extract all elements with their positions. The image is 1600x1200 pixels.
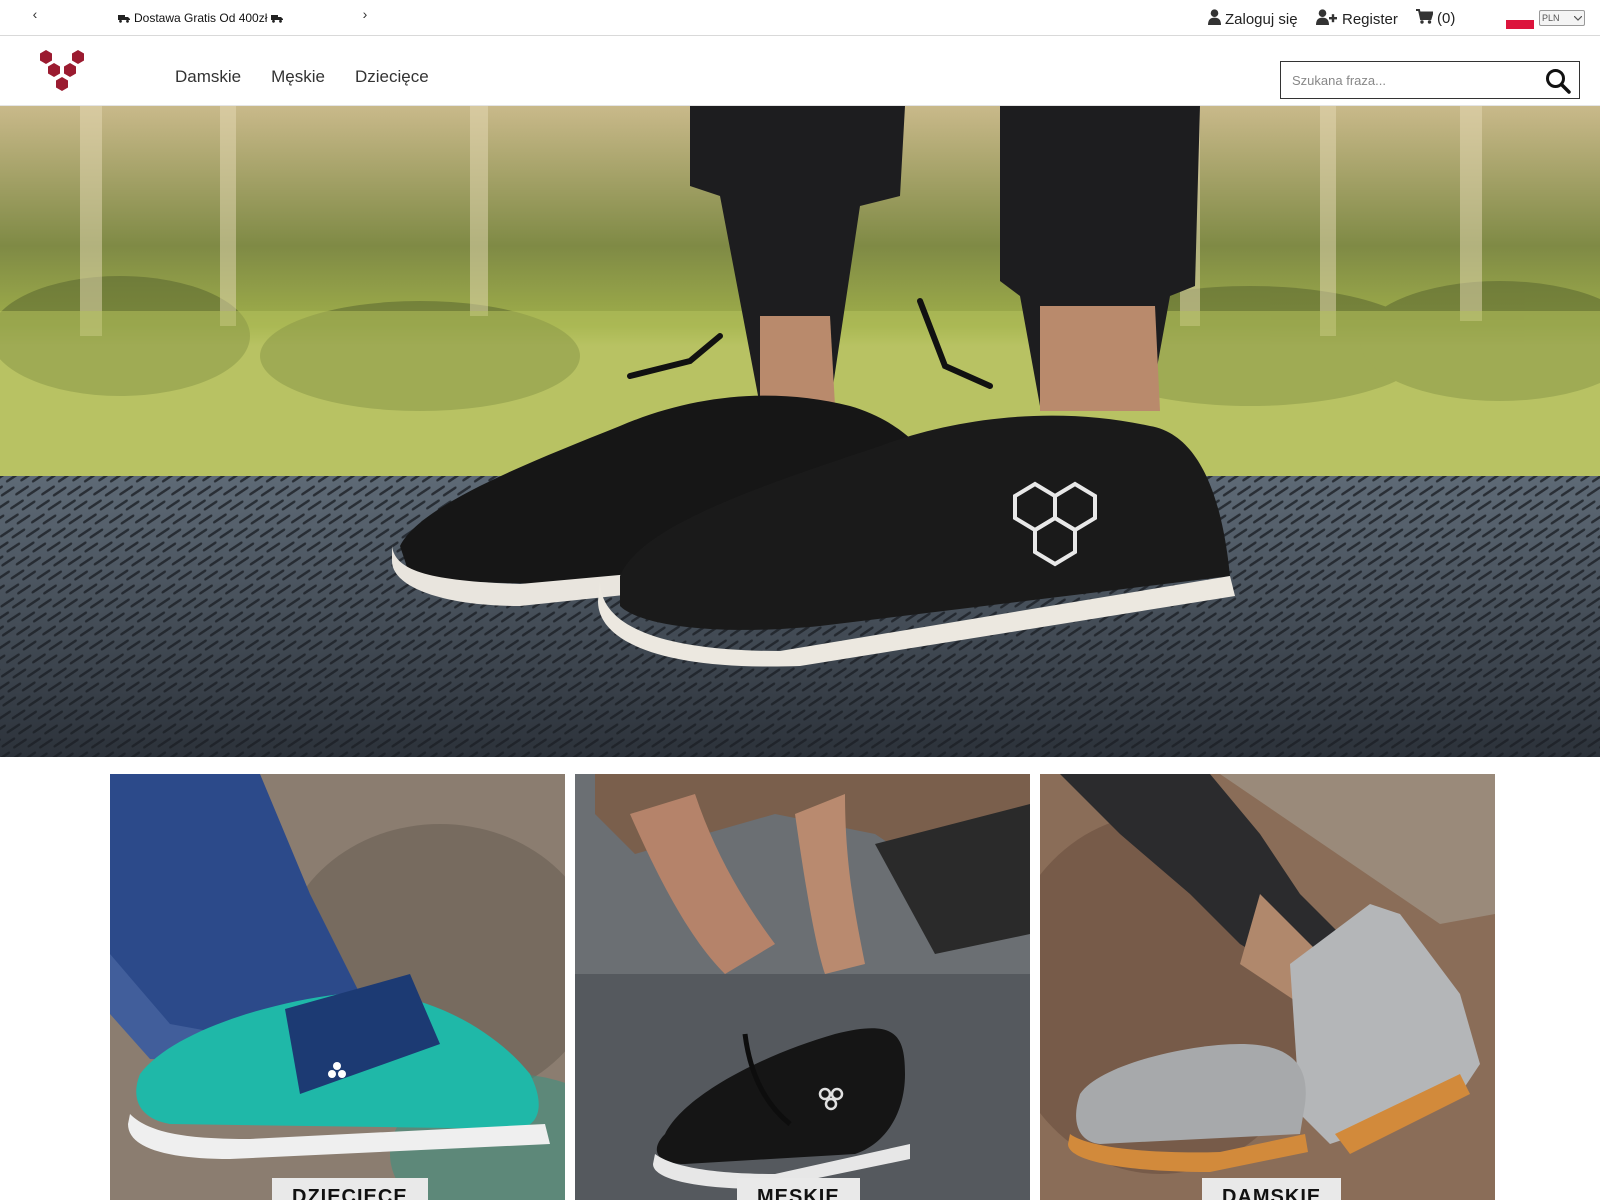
promo-text: Dostawa Gratis Od 400zł bbox=[134, 11, 268, 25]
category-tile-dzieciece[interactable]: DZIECIĘCE bbox=[110, 774, 565, 1200]
main-nav: Damskie Męskie Dziecięce bbox=[175, 67, 429, 87]
category-tile-meskie[interactable]: MĘSKIE bbox=[575, 774, 1030, 1200]
promo-prev-arrow[interactable]: ‹ bbox=[27, 6, 43, 22]
hero-image bbox=[0, 106, 1600, 757]
promo-next-arrow[interactable]: › bbox=[357, 6, 373, 22]
register-label: Register bbox=[1342, 10, 1398, 28]
mens-shoe-image bbox=[575, 774, 1030, 1200]
kids-shoe-image bbox=[110, 774, 565, 1200]
cart-link[interactable]: (0) bbox=[1416, 9, 1455, 28]
chevron-down-icon bbox=[1573, 13, 1583, 23]
category-tile-damskie[interactable]: DAMSKIE bbox=[1040, 774, 1495, 1200]
brand-logo[interactable] bbox=[37, 49, 87, 95]
cart-icon bbox=[1416, 9, 1434, 28]
login-label: Zaloguj się bbox=[1225, 10, 1298, 28]
search-box[interactable]: Szukana fraza... bbox=[1280, 61, 1580, 99]
search-icon[interactable] bbox=[1545, 68, 1571, 94]
register-link[interactable]: Register bbox=[1316, 9, 1398, 29]
currency-select[interactable]: PLN bbox=[1539, 10, 1585, 26]
womens-shoe-image bbox=[1040, 774, 1495, 1200]
category-label: DAMSKIE bbox=[1202, 1178, 1342, 1200]
category-label: MĘSKIE bbox=[737, 1178, 860, 1200]
search-input[interactable]: Szukana fraza... bbox=[1292, 73, 1386, 88]
truck-icon bbox=[118, 14, 130, 23]
currency-value: PLN bbox=[1542, 13, 1560, 23]
login-link[interactable]: Zaloguj się bbox=[1208, 9, 1298, 29]
category-label: DZIECIĘCE bbox=[272, 1178, 428, 1200]
promo-message: Dostawa Gratis Od 400zł bbox=[118, 11, 284, 25]
top-bar: ‹ Dostawa Gratis Od 400zł › Zaloguj się … bbox=[0, 0, 1600, 36]
nav-item-dzieciece[interactable]: Dziecięce bbox=[355, 67, 429, 87]
truck-icon bbox=[271, 14, 284, 23]
hero-banner[interactable] bbox=[0, 106, 1600, 757]
cart-count: (0) bbox=[1437, 10, 1456, 27]
poland-flag-icon[interactable] bbox=[1506, 11, 1534, 29]
user-plus-icon bbox=[1316, 9, 1338, 29]
nav-item-meskie[interactable]: Męskie bbox=[271, 67, 325, 87]
main-header: Damskie Męskie Dziecięce Szukana fraza..… bbox=[0, 37, 1600, 106]
nav-item-damskie[interactable]: Damskie bbox=[175, 67, 241, 87]
user-icon bbox=[1208, 9, 1221, 29]
